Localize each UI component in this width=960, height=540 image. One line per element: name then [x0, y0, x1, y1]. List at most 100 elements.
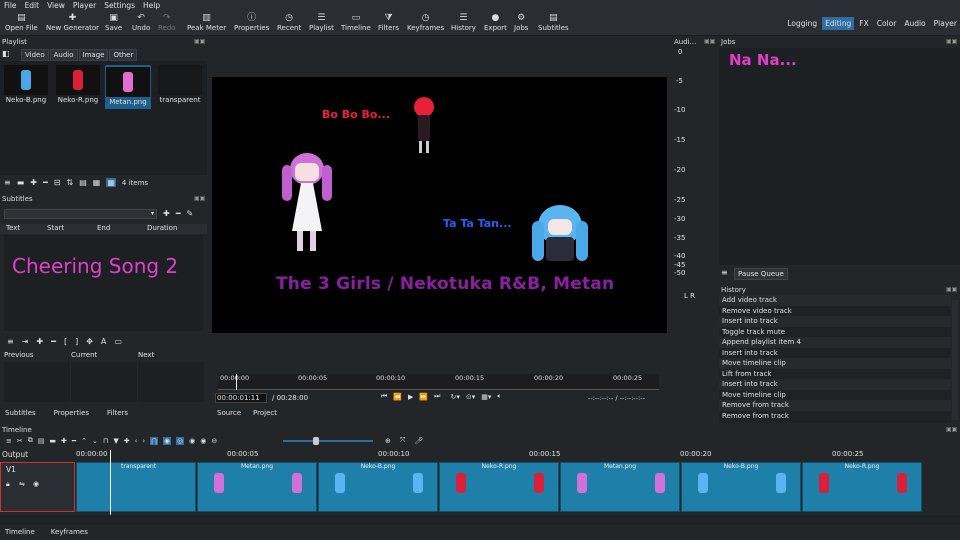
grid-icon[interactable]: ▦▾	[481, 393, 491, 401]
remove-icon[interactable]: ━	[51, 337, 56, 346]
zoom-icon[interactable]: ⊙▾	[466, 393, 475, 401]
composite-icon[interactable]: ⇋	[19, 480, 25, 488]
history-item[interactable]: Remove video track	[719, 306, 951, 317]
next-marker-icon[interactable]: ›	[142, 437, 145, 445]
playlist-item[interactable]: Neko-R.png	[55, 65, 101, 109]
minus-icon[interactable]: ▬	[17, 178, 25, 187]
tab-source[interactable]: Source	[214, 408, 244, 418]
add-icon[interactable]: ✚	[163, 209, 170, 218]
text-icon[interactable]: A	[101, 337, 106, 346]
lock-icon[interactable]: 🔒︎	[6, 480, 10, 489]
playlist-item[interactable]: Neko-B.png	[3, 65, 49, 109]
track-header-v1[interactable]: V1 🔒︎ ⇋ ◉	[0, 462, 75, 512]
menu-help[interactable]: Help	[143, 1, 160, 10]
add-icon[interactable]: ✚	[30, 178, 37, 187]
menu-view[interactable]: View	[47, 1, 65, 10]
undo-button[interactable]: ↶ Undo	[132, 12, 150, 32]
menu-settings[interactable]: Settings	[104, 1, 135, 10]
copy-icon[interactable]: ⧉	[28, 436, 33, 445]
timecode-field[interactable]: 00:00:01:11	[215, 393, 267, 403]
sort-icon[interactable]: ⇅	[67, 178, 74, 187]
zoom-fit-icon[interactable]: ⤧	[400, 436, 406, 445]
update-icon[interactable]: ⊟	[54, 178, 61, 187]
jobs-menu-icon[interactable]: ≡	[721, 268, 728, 277]
playlist-item[interactable]: transparent	[157, 65, 203, 109]
layout-player[interactable]: Player	[931, 17, 960, 30]
zoom-slider[interactable]	[283, 437, 373, 445]
play-icon[interactable]: ▶	[408, 393, 413, 401]
history-item[interactable]: Insert into track	[719, 348, 951, 359]
save-button[interactable]: ▣ Save	[105, 12, 122, 32]
burn-in-icon[interactable]: ▭	[114, 337, 122, 346]
snap-icon[interactable]: ⋂	[150, 436, 158, 445]
history-item[interactable]: Toggle track mute	[719, 327, 951, 338]
eye-icon[interactable]: ◉	[33, 480, 39, 488]
prev-marker-icon[interactable]: ‹	[135, 437, 138, 445]
split-icon[interactable]: ⊓	[103, 437, 108, 445]
menu-edit[interactable]: Edit	[25, 1, 40, 10]
history-scrollbar[interactable]	[952, 300, 958, 420]
playlist-view-icon[interactable]: ◧	[2, 49, 20, 61]
timeline-playhead[interactable]	[110, 450, 111, 516]
redo-button[interactable]: ↷ Redo	[158, 12, 176, 32]
new-generator-button[interactable]: ✚ New Generator	[46, 12, 99, 32]
recent-button[interactable]: ◷ Recent	[277, 12, 301, 32]
menu-file[interactable]: File	[4, 1, 17, 10]
grid-view-icon[interactable]: ▦	[106, 178, 116, 187]
peak-meter-button[interactable]: ▥ Peak Meter	[187, 12, 226, 32]
tab-project[interactable]: Project	[250, 408, 280, 418]
dock-buttons[interactable]: ▣▣	[946, 426, 957, 433]
history-item[interactable]: Move timeline clip	[719, 390, 951, 401]
remove-icon[interactable]: ━	[43, 178, 48, 187]
layout-color[interactable]: Color	[874, 17, 900, 30]
paste-icon[interactable]: ▤	[38, 437, 45, 445]
history-item[interactable]: Remove from track	[719, 411, 951, 422]
pause-queue-button[interactable]: Pause Queue	[734, 268, 788, 280]
set-start-icon[interactable]: [	[64, 337, 67, 346]
timeline-clip[interactable]: Metan.png	[197, 462, 317, 512]
tab-audio[interactable]: Audio	[49, 49, 78, 61]
tab-timeline[interactable]: Timeline	[2, 527, 38, 537]
zoom-out-icon[interactable]: ⊖	[211, 437, 217, 445]
history-item[interactable]: Move timeline clip	[719, 358, 951, 369]
history-item[interactable]: Insert into track	[719, 316, 951, 327]
dock-buttons[interactable]: ▣▣	[194, 38, 205, 45]
timeline-clip[interactable]: Neko-B.png	[681, 462, 801, 512]
col-start[interactable]: Start	[47, 224, 97, 234]
marker-icon[interactable]: ▼	[113, 437, 118, 445]
icon-view-icon[interactable]: ▦	[93, 178, 101, 187]
ripple-markers-icon[interactable]: ◉	[200, 437, 206, 445]
subtitles-button[interactable]: ▤ Subtitles	[538, 12, 569, 32]
details-view-icon[interactable]: ▤	[79, 178, 87, 187]
playlist-button[interactable]: ☰ Playlist	[309, 12, 334, 32]
dock-buttons[interactable]: ▣▣	[704, 38, 715, 45]
tab-properties[interactable]: Properties	[51, 408, 92, 418]
dock-buttons[interactable]: ▣▣	[946, 286, 957, 293]
add-icon[interactable]: ✚	[61, 437, 67, 445]
timeline-clip[interactable]: Neko-B.png	[318, 462, 438, 512]
edit-icon[interactable]: ✎	[187, 209, 194, 218]
export-button[interactable]: ● Export	[484, 12, 507, 32]
overwrite-icon[interactable]: ⌄	[92, 437, 98, 445]
properties-button[interactable]: ⓘ Properties	[234, 12, 269, 32]
layout-logging[interactable]: Logging	[784, 17, 820, 30]
zoom-slider-handle[interactable]	[313, 437, 319, 445]
history-item[interactable]: Remove from track	[719, 400, 951, 411]
remove-icon[interactable]: ━	[176, 209, 181, 218]
timeline-ruler[interactable]: 00:00:00 00:00:05 00:00:10 00:00:15 00:0…	[75, 450, 930, 460]
subtitle-track-select[interactable]: ▾	[4, 209, 157, 219]
col-duration[interactable]: Duration	[147, 224, 177, 234]
timeline-scrollbar[interactable]	[0, 515, 960, 525]
add-marker-icon[interactable]: ✚	[124, 437, 130, 445]
tab-other[interactable]: Other	[109, 49, 138, 61]
tab-image[interactable]: Image	[78, 49, 109, 61]
history-item[interactable]: Append playlist item 4	[719, 337, 951, 348]
history-item[interactable]: Add video track	[719, 295, 951, 306]
skip-end-icon[interactable]: ⏭	[434, 392, 440, 401]
filters-button[interactable]: ⧩ Filters	[378, 12, 399, 32]
jobs-button[interactable]: ⚙ Jobs	[514, 12, 528, 32]
menu-icon[interactable]: ≡	[7, 337, 14, 346]
dock-buttons[interactable]: ▣▣	[194, 195, 205, 202]
col-end[interactable]: End	[97, 224, 147, 234]
menu-icon[interactable]: ≡	[6, 437, 12, 445]
